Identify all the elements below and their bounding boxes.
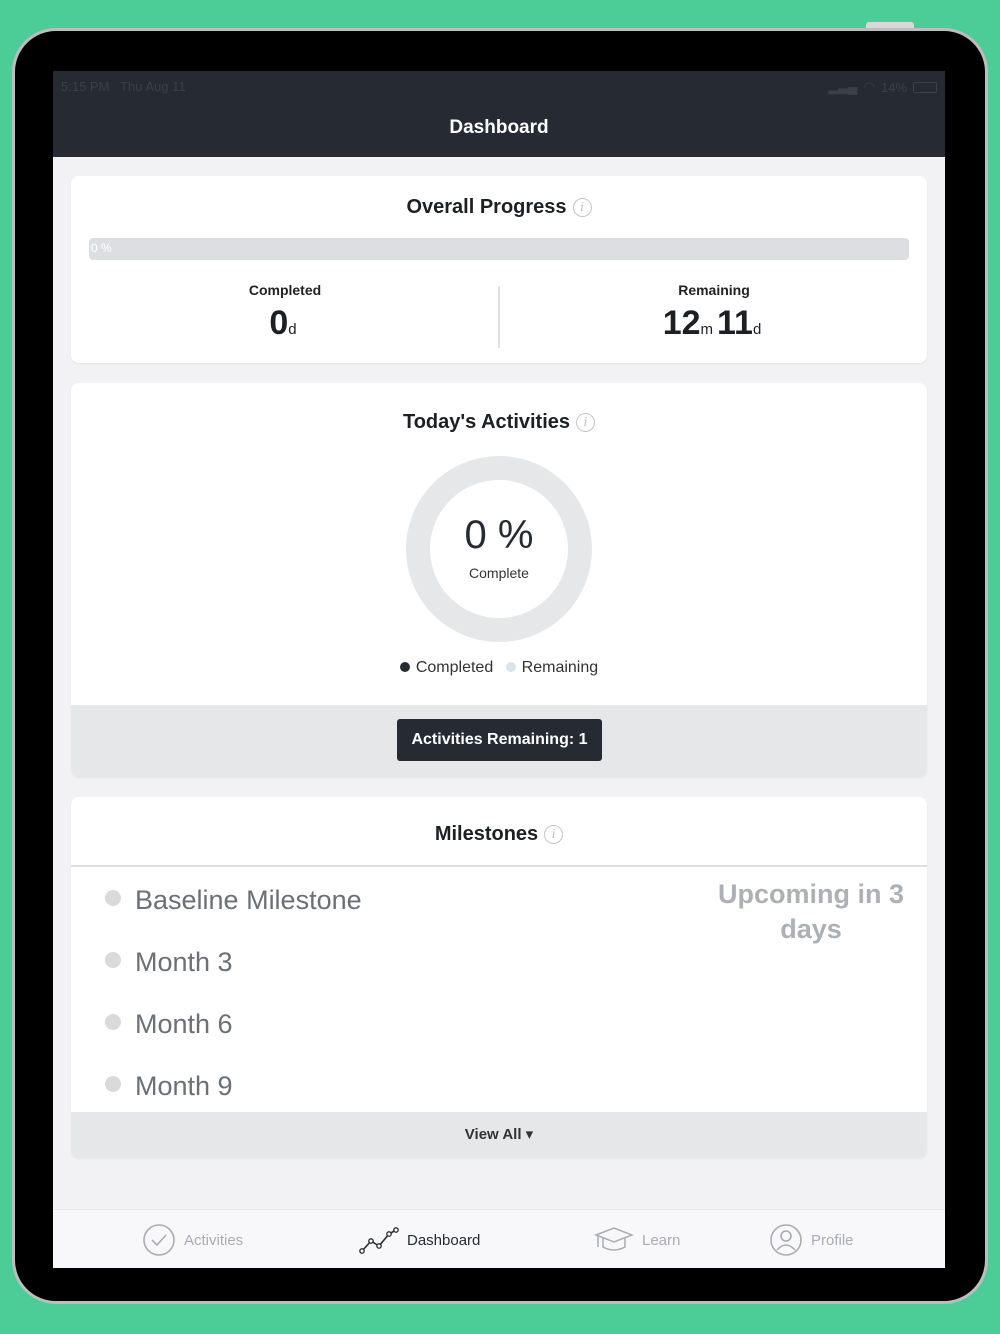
remaining-months-unit: m <box>700 321 714 338</box>
milestone-item[interactable]: Month 3 <box>105 947 233 978</box>
completed-label: Completed <box>248 282 322 298</box>
milestone-dot-icon <box>105 1014 121 1030</box>
milestone-dot-icon <box>105 890 121 906</box>
milestone-item[interactable]: Baseline Milestone <box>105 885 362 916</box>
line-chart-icon <box>359 1227 399 1254</box>
remaining-stat: Remaining 12m 11d <box>584 282 844 343</box>
page-title: Dashboard <box>449 117 549 138</box>
tab-activities[interactable]: Activities <box>142 1222 243 1258</box>
check-circle-icon <box>143 1224 175 1256</box>
legend-remaining: Remaining <box>505 659 599 676</box>
overall-progress-card: Overall Progress i 0 % Completed 0d Remai… <box>71 176 927 363</box>
legend-completed: Completed <box>399 659 494 676</box>
todays-activities-title: Today's Activities <box>402 411 571 433</box>
completed-stat: Completed 0d <box>155 282 415 343</box>
remaining-label: Remaining <box>678 282 750 298</box>
overall-progress-title: Overall Progress <box>406 196 567 218</box>
graduation-cap-icon <box>594 1227 634 1251</box>
battery-icon <box>913 81 937 93</box>
tab-activities-label: Activities <box>184 1231 244 1249</box>
signal-icon: ▂▃▄ <box>828 79 858 94</box>
milestone-dot-icon <box>105 952 121 968</box>
stat-divider <box>498 286 500 348</box>
remaining-days-unit: d <box>752 321 762 338</box>
remaining-months-number: 12 <box>662 304 701 342</box>
completed-days-unit: d <box>288 321 297 338</box>
status-date: Thu Aug 11 <box>120 79 186 94</box>
milestone-item[interactable]: Month 9 <box>105 1071 233 1102</box>
activities-footer: Activities Remaining: 1 <box>71 705 927 777</box>
user-circle-icon <box>770 1224 802 1256</box>
tab-dashboard[interactable]: Dashboard <box>359 1222 480 1258</box>
battery-percent: 14% <box>880 79 907 95</box>
app-header: 5:15 PM Thu Aug 11 ▂▃▄ ◠ 14% Dashboard <box>53 71 945 157</box>
donut-percent-label: 0 % <box>464 513 534 557</box>
completed-days-number: 0 <box>269 304 289 342</box>
milestone-upcoming-text: Upcoming in 3 days <box>717 879 904 944</box>
milestone-label: Month 6 <box>135 1009 233 1039</box>
milestone-label: Baseline Milestone <box>135 885 362 915</box>
status-clock: 5:15 PM <box>61 79 110 94</box>
activities-donut-chart: 0 % Complete <box>405 455 593 643</box>
wifi-icon: ◠ <box>863 79 875 94</box>
tab-learn-label: Learn <box>642 1231 681 1249</box>
app-screen: 5:15 PM Thu Aug 11 ▂▃▄ ◠ 14% Dashboard O… <box>53 71 945 1268</box>
milestone-item[interactable]: Month 6 <box>105 1009 233 1040</box>
tab-dashboard-label: Dashboard <box>407 1231 481 1249</box>
legend-completed-label: Completed <box>415 659 494 676</box>
donut-complete-label: Complete <box>469 565 529 581</box>
info-icon[interactable]: i <box>544 825 564 844</box>
remaining-days-number: 11 <box>717 304 753 342</box>
milestone-label: Month 9 <box>135 1071 233 1101</box>
status-indicators: ▂▃▄ ◠ 14% <box>828 79 937 95</box>
milestones-heading: Milestones i <box>71 823 927 846</box>
milestone-dot-icon <box>105 1076 121 1092</box>
tab-profile-label: Profile <box>811 1231 854 1249</box>
completed-dot-icon <box>399 662 410 672</box>
legend-remaining-label: Remaining <box>521 659 599 676</box>
info-icon[interactable]: i <box>572 198 592 217</box>
milestones-card: Milestones i Baseline Milestone Month 3 M… <box>71 797 927 1158</box>
overall-progress-heading: Overall Progress i <box>71 196 927 219</box>
donut-legend: Completed Remaining <box>71 659 927 677</box>
todays-activities-heading: Today's Activities i <box>71 411 927 434</box>
completed-value: 0d <box>155 304 415 343</box>
tab-profile[interactable]: Profile <box>769 1222 854 1258</box>
activities-remaining-button[interactable]: Activities Remaining: 1 <box>397 719 602 761</box>
overall-progress-text: 0 % <box>91 241 112 255</box>
milestone-label: Month 3 <box>135 947 233 977</box>
remaining-dot-icon <box>505 662 516 672</box>
todays-activities-card: Today's Activities i 0 % Complete Complet… <box>71 383 927 777</box>
tab-learn[interactable]: Learn <box>594 1222 680 1258</box>
milestones-divider <box>71 865 927 867</box>
bottom-tab-bar: Activities Dashboard Learn Profile <box>53 1209 945 1268</box>
overall-progress-bar: 0 % <box>89 238 909 260</box>
info-icon[interactable]: i <box>576 413 596 432</box>
remaining-value: 12m 11d <box>584 304 844 343</box>
view-all-button[interactable]: View All ▾ <box>71 1112 927 1158</box>
status-time: 5:15 PM Thu Aug 11 <box>61 79 186 94</box>
milestones-title: Milestones <box>434 823 539 845</box>
